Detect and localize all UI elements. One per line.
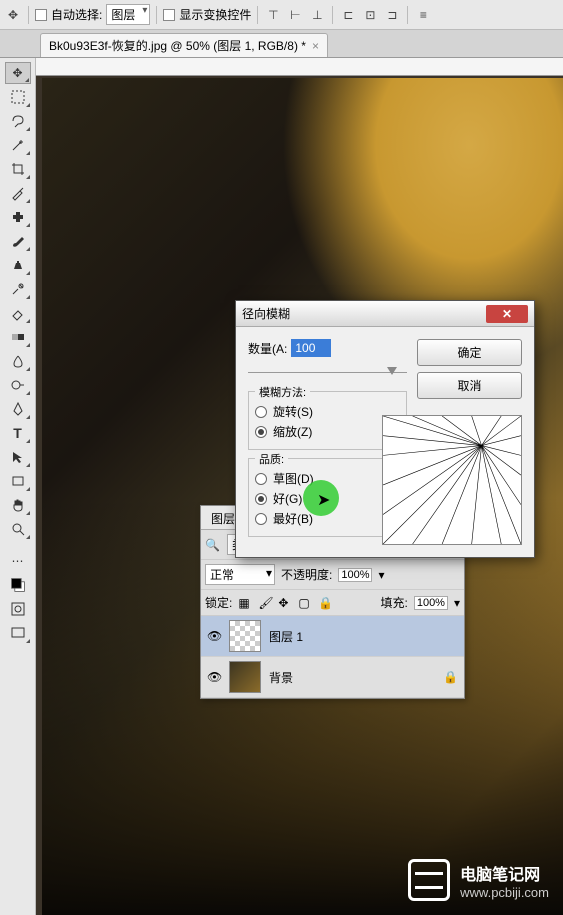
show-transform-checkbox[interactable] (163, 9, 175, 21)
lasso-tool[interactable] (5, 110, 31, 132)
align-vcenter-icon[interactable]: ⊢ (286, 6, 304, 24)
method-spin-radio[interactable]: 旋转(S) (255, 403, 400, 420)
type-tool[interactable]: T (5, 422, 31, 444)
method-zoom-radio[interactable]: 缩放(Z) (255, 423, 400, 440)
layer-name: 背景 (269, 669, 293, 686)
radial-blur-dialog: 径向模糊 ✕ 数量(A: 100 模糊方法: 旋转(S) 缩放(Z) 品质: (235, 300, 535, 558)
zoom-tool[interactable] (5, 518, 31, 540)
close-button[interactable]: ✕ (486, 305, 528, 323)
fill-value[interactable]: 100% (414, 596, 448, 610)
blend-mode-dropdown[interactable]: 正常 (205, 564, 275, 585)
layer-thumbnail[interactable] (229, 661, 261, 693)
amount-label: 数量(A: (248, 340, 287, 357)
ruler-horizontal (36, 58, 563, 76)
close-tab-icon[interactable]: × (312, 39, 319, 53)
layer-row[interactable]: 👁 图层 1 (201, 616, 464, 657)
auto-select-checkbox[interactable] (35, 9, 47, 21)
tool-palette: ✥ T ⋯ (0, 58, 36, 915)
path-selection-tool[interactable] (5, 446, 31, 468)
align-top-icon[interactable]: ⊤ (264, 6, 282, 24)
brush-tool[interactable] (5, 230, 31, 252)
align-hcenter-icon[interactable]: ⊡ (361, 6, 379, 24)
watermark-name: 电脑笔记网 (460, 861, 549, 885)
fill-label: 填充: (380, 594, 407, 611)
ok-button[interactable]: 确定 (417, 339, 522, 366)
crop-tool[interactable] (5, 158, 31, 180)
lock-pixels-icon[interactable]: 🖌 (258, 596, 272, 610)
opacity-value[interactable]: 100% (338, 568, 372, 582)
lock-artboard-icon[interactable]: ▢ (298, 596, 312, 610)
dialog-title: 径向模糊 (242, 305, 290, 322)
dialog-titlebar[interactable]: 径向模糊 ✕ (236, 301, 534, 327)
visibility-icon[interactable]: 👁 (207, 629, 221, 643)
align-right-icon[interactable]: ⊐ (383, 6, 401, 24)
hand-tool[interactable] (5, 494, 31, 516)
cancel-button[interactable]: 取消 (417, 372, 522, 399)
lock-label: 锁定: (205, 594, 232, 611)
opacity-label: 不透明度: (281, 566, 332, 583)
distribute-icon[interactable]: ≡ (414, 6, 432, 24)
document-tabs: Bk0u93E3f-恢复的.jpg @ 50% (图层 1, RGB/8) * … (0, 30, 563, 58)
magic-wand-tool[interactable] (5, 134, 31, 156)
edit-toolbar[interactable]: ⋯ (5, 550, 31, 572)
amount-slider[interactable] (248, 365, 407, 381)
color-swatch[interactable] (5, 574, 31, 596)
document-tab[interactable]: Bk0u93E3f-恢复的.jpg @ 50% (图层 1, RGB/8) * … (40, 33, 328, 57)
visibility-icon[interactable]: 👁 (207, 670, 221, 684)
cursor-arrow-icon: ➤ (317, 490, 330, 510)
eraser-tool[interactable] (5, 302, 31, 324)
fill-chevron-icon[interactable]: ▾ (454, 596, 460, 610)
quality-best-radio[interactable]: 最好(B) (255, 510, 400, 527)
healing-brush-tool[interactable] (5, 206, 31, 228)
dodge-tool[interactable] (5, 374, 31, 396)
show-transform-label: 显示变换控件 (179, 6, 251, 23)
move-tool[interactable]: ✥ (5, 62, 31, 84)
watermark-logo-icon (408, 859, 450, 901)
quality-legend: 品质: (255, 451, 288, 467)
layer-name: 图层 1 (269, 628, 303, 645)
options-bar: ✥ 自动选择: 图层 显示变换控件 ⊤ ⊢ ⊥ ⊏ ⊡ ⊐ ≡ (0, 0, 563, 30)
rectangle-tool[interactable] (5, 470, 31, 492)
move-tool-icon: ✥ (4, 6, 22, 24)
auto-select-label: 自动选择: (51, 6, 102, 23)
align-bottom-icon[interactable]: ⊥ (308, 6, 326, 24)
opacity-chevron-icon[interactable]: ▾ (378, 568, 384, 582)
eyedropper-tool[interactable] (5, 182, 31, 204)
clone-stamp-tool[interactable] (5, 254, 31, 276)
screen-mode-toggle[interactable] (5, 622, 31, 644)
blur-center-preview[interactable] (382, 415, 522, 545)
amount-input[interactable]: 100 (291, 339, 331, 357)
history-brush-tool[interactable] (5, 278, 31, 300)
quick-mask-toggle[interactable] (5, 598, 31, 620)
pen-tool[interactable] (5, 398, 31, 420)
watermark: 电脑笔记网 www.pcbiji.com (408, 859, 549, 901)
lock-transparent-icon[interactable]: ▦ (238, 596, 252, 610)
auto-select-dropdown[interactable]: 图层 (106, 4, 150, 25)
layer-thumbnail[interactable] (229, 620, 261, 652)
search-icon: 🔍 (205, 538, 223, 552)
tab-title: Bk0u93E3f-恢复的.jpg @ 50% (图层 1, RGB/8) * (49, 37, 306, 54)
gradient-tool[interactable] (5, 326, 31, 348)
blur-tool[interactable] (5, 350, 31, 372)
lock-all-icon[interactable]: 🔒 (318, 596, 332, 610)
watermark-url: www.pcbiji.com (460, 885, 549, 900)
layer-row[interactable]: 👁 背景 🔒 (201, 657, 464, 698)
marquee-tool[interactable] (5, 86, 31, 108)
method-legend: 模糊方法: (255, 384, 310, 400)
align-left-icon[interactable]: ⊏ (339, 6, 357, 24)
quality-good-radio[interactable]: 好(G) ➤ (255, 490, 400, 507)
lock-position-icon[interactable]: ✥ (278, 596, 292, 610)
lock-icon[interactable]: 🔒 (443, 670, 458, 684)
